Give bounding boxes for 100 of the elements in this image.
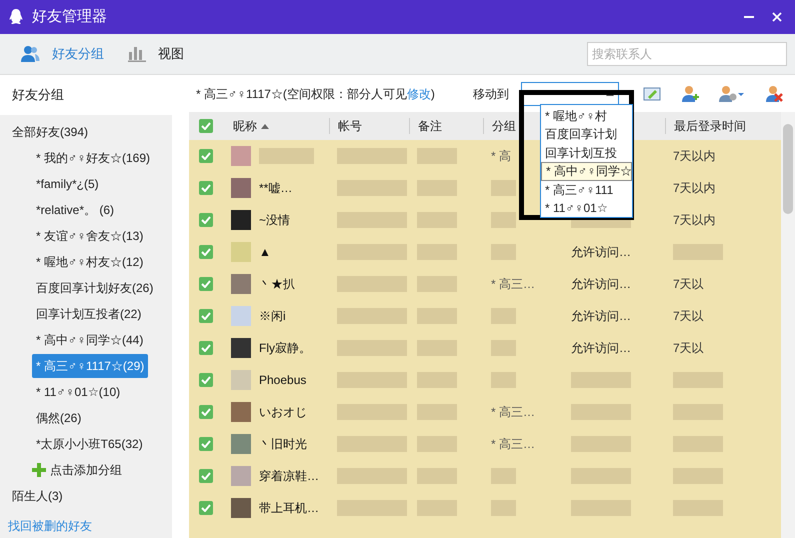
blurred-block xyxy=(337,468,407,484)
row-checkbox[interactable] xyxy=(199,341,213,355)
row-checkbox[interactable] xyxy=(199,213,213,227)
dropdown-option[interactable]: 回享计划互投 xyxy=(541,143,632,162)
column-header[interactable]: 备注 xyxy=(418,117,442,135)
blurred-block xyxy=(491,468,516,484)
group-item[interactable]: * 我的♂♀好友☆(169) xyxy=(32,146,154,170)
blurred-block xyxy=(571,372,631,388)
row-checkbox[interactable] xyxy=(199,501,213,515)
blurred-block xyxy=(337,212,407,228)
avatar-placeholder xyxy=(231,178,251,198)
add-group-button[interactable]: 点击添加分组 xyxy=(0,457,172,483)
blurred-block xyxy=(337,244,407,260)
close-icon xyxy=(772,12,782,22)
group-item[interactable]: * 喔地♂♀村友☆(12) xyxy=(32,250,148,274)
dropdown-option[interactable]: * 11♂♀01☆ xyxy=(541,198,632,217)
row-checkbox[interactable] xyxy=(199,309,213,323)
group-cell: * 高三… xyxy=(491,437,536,451)
nickname-cell-text: Fly寂静。 xyxy=(259,340,311,357)
group-item[interactable]: * 高三♂♀1117☆(29) xyxy=(32,354,148,378)
blurred-block xyxy=(417,468,457,484)
blurred-block xyxy=(673,244,723,260)
sort-ascending-icon xyxy=(261,124,269,128)
nickname-cell-text: ▲ xyxy=(259,244,271,261)
penguin-icon xyxy=(8,8,24,26)
scrollbar-thumb[interactable] xyxy=(783,124,793,214)
delete-user-icon[interactable] xyxy=(765,84,783,102)
column-header[interactable]: 昵称 xyxy=(233,117,257,135)
permission-cell: 允许访问… xyxy=(571,277,631,291)
search-field[interactable]: 搜索联系人 xyxy=(587,42,787,66)
dropdown-option[interactable]: * 高中♂♀同学☆ xyxy=(541,162,632,181)
last-login-cell-text: 7天以内 xyxy=(673,148,716,165)
dropdown-option[interactable]: 百度回享计划 xyxy=(541,125,632,144)
blurred-block xyxy=(491,308,516,324)
toolbar-tab[interactable]: 视图 xyxy=(128,44,184,64)
blurred-block xyxy=(673,436,723,452)
avatar-placeholder xyxy=(231,338,251,358)
toolbar-tab[interactable]: 好友分组 xyxy=(20,44,104,64)
row-checkbox[interactable] xyxy=(199,469,213,483)
permission-cell: 允许访问… xyxy=(571,245,631,259)
blurred-block xyxy=(491,244,516,260)
group-cell: * 高 xyxy=(491,149,512,163)
last-login-cell-text: 7天以内 xyxy=(673,180,716,197)
row-checkbox[interactable] xyxy=(199,277,213,291)
column-header[interactable]: 帐号 xyxy=(338,117,362,135)
add-user-icon[interactable] xyxy=(681,84,699,102)
group-item[interactable]: 陌生人(3) xyxy=(0,483,172,509)
column-header[interactable]: 最后登录时间 xyxy=(674,117,746,135)
modify-link[interactable]: 修改 xyxy=(406,86,431,100)
avatar-placeholder xyxy=(231,274,251,294)
group-permission-text: * 高三♂♀1117☆(空间权限：部分人可见修改) xyxy=(196,86,435,102)
plus-icon xyxy=(32,463,46,477)
user-settings-icon[interactable] xyxy=(719,84,745,102)
blurred-block xyxy=(491,212,516,228)
nickname-cell-text: いおオじ xyxy=(259,404,307,421)
window-title: 好友管理器 xyxy=(32,6,107,27)
row-checkbox[interactable] xyxy=(199,373,213,387)
group-item[interactable]: *relative*。 (6) xyxy=(32,198,118,222)
dropdown-option[interactable]: * 喔地♂♀村 xyxy=(541,107,632,126)
avatar-placeholder xyxy=(231,434,251,454)
blurred-block xyxy=(337,308,407,324)
nickname-cell-text: Phoebus xyxy=(259,372,306,389)
row-checkbox[interactable] xyxy=(199,245,213,259)
row-checkbox[interactable] xyxy=(199,149,213,163)
group-cell: * 高三… xyxy=(491,405,536,419)
last-login-cell-text: 7天以 xyxy=(673,340,704,357)
select-all-checkbox[interactable] xyxy=(199,119,213,133)
group-item[interactable]: 百度回享计划好友(26) xyxy=(32,276,158,300)
avatar-placeholder xyxy=(231,466,251,486)
row-checkbox[interactable] xyxy=(199,405,213,419)
group-item[interactable]: *太原小小班T65(32) xyxy=(32,432,147,456)
group-item[interactable]: *family*¿(5) xyxy=(32,172,103,196)
blurred-block xyxy=(491,500,516,516)
blurred-block xyxy=(673,500,723,516)
group-item[interactable]: 全部好友(394) xyxy=(8,120,92,144)
move-to-label: 移动到 xyxy=(473,86,509,102)
edit-card-icon[interactable] xyxy=(643,86,661,102)
last-login-cell-text: 7天以 xyxy=(673,308,704,325)
group-item[interactable]: * 11♂♀01☆(10) xyxy=(32,380,124,404)
row-checkbox[interactable] xyxy=(199,437,213,451)
column-header[interactable]: 分组 xyxy=(492,117,516,135)
blurred-block xyxy=(417,404,457,420)
blurred-block xyxy=(337,180,407,196)
avatar-placeholder xyxy=(231,146,251,166)
group-item[interactable]: * 高中♂♀同学☆(44) xyxy=(32,328,148,352)
group-item[interactable]: 回享计划互投者(22) xyxy=(32,302,146,326)
avatar-placeholder xyxy=(231,210,251,230)
minimize-icon xyxy=(744,16,754,18)
blurred-block xyxy=(417,372,457,388)
dropdown-option[interactable]: * 高三♂♀111 xyxy=(541,180,632,199)
blurred-block xyxy=(337,148,407,164)
blurred-block xyxy=(571,500,631,516)
nickname-cell-text: ~没情 xyxy=(259,212,290,229)
group-item[interactable]: 偶然(26) xyxy=(32,406,86,430)
avatar-placeholder xyxy=(231,402,251,422)
avatar-placeholder xyxy=(231,370,251,390)
nickname-cell-text: **嘘… xyxy=(259,180,292,197)
row-checkbox[interactable] xyxy=(199,181,213,195)
blurred-block xyxy=(491,340,516,356)
group-item[interactable]: * 友谊♂♀舍友☆(13) xyxy=(32,224,148,248)
